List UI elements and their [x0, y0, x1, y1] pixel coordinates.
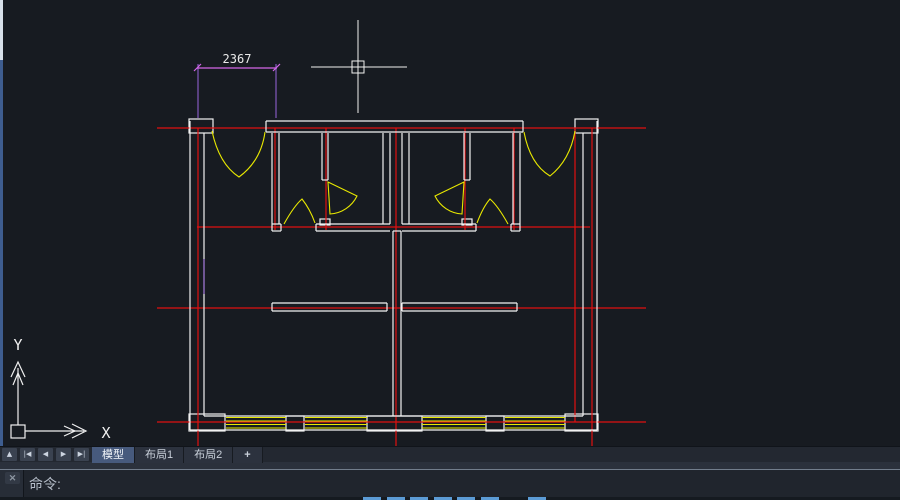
door-swing-arc — [524, 131, 575, 176]
ucs-x-label: X — [101, 424, 110, 442]
command-line-panel: ✕ 命令: — [0, 470, 900, 497]
tab-new-layout[interactable]: + — [233, 447, 262, 463]
crosshair-cursor — [311, 20, 407, 113]
layout-tabs: 模型布局1布局2+ — [92, 447, 263, 463]
tab-model[interactable]: 模型 — [92, 447, 135, 463]
dimension-annotation: 2367 — [194, 52, 280, 294]
left-panel-edge-top — [0, 0, 3, 60]
door-swing-arc — [328, 182, 357, 214]
nav-prev-tab-button[interactable]: ◀ — [38, 448, 53, 461]
left-panel-edge — [0, 60, 3, 446]
wall-pier — [367, 416, 422, 431]
close-icon[interactable]: ✕ — [5, 472, 20, 484]
tab-layout2[interactable]: 布局2 — [184, 447, 233, 463]
drawing-canvas[interactable]: 2367 Y X — [0, 0, 900, 446]
ucs-icon: Y X — [11, 336, 111, 442]
command-prompt: 命令: — [29, 476, 61, 492]
door-swing-arc — [435, 182, 464, 214]
command-panel-edge: ✕ — [0, 470, 24, 497]
bottom-chrome: ▲|◀◀▶▶| 模型布局1布局2+ ✕ 命令: — [0, 446, 900, 500]
nav-first-tab-button[interactable]: |◀ — [20, 448, 35, 461]
ucs-y-label: Y — [13, 336, 22, 354]
wall-pier — [189, 119, 213, 133]
door-swing-arc — [477, 199, 508, 224]
command-input[interactable]: 命令: — [24, 470, 900, 497]
nav-last-tab-button[interactable]: ▶| — [74, 448, 89, 461]
wall-pier — [575, 119, 598, 133]
ucs-origin-square — [11, 425, 25, 438]
dimension-value: 2367 — [223, 52, 252, 66]
tab-nav-buttons: ▲|◀◀▶▶| — [0, 448, 90, 461]
wall-lines — [190, 121, 597, 430]
nav-next-tab-button[interactable]: ▶ — [56, 448, 71, 461]
wall-pier — [486, 416, 504, 431]
cad-application-window: 2367 Y X ▲|◀◀▶▶| 模型布局1布局2+ ✕ — [0, 0, 900, 500]
door-swing-arc — [284, 199, 315, 224]
tab-layout1[interactable]: 布局1 — [135, 447, 184, 463]
separator-band — [0, 462, 900, 470]
nav-menu-button[interactable]: ▲ — [2, 448, 17, 461]
wall-pier — [286, 416, 304, 431]
model-space-viewport[interactable]: 2367 Y X — [0, 0, 900, 446]
door-swing-arc — [212, 131, 265, 177]
layout-tab-bar: ▲|◀◀▶▶| 模型布局1布局2+ — [0, 446, 900, 462]
